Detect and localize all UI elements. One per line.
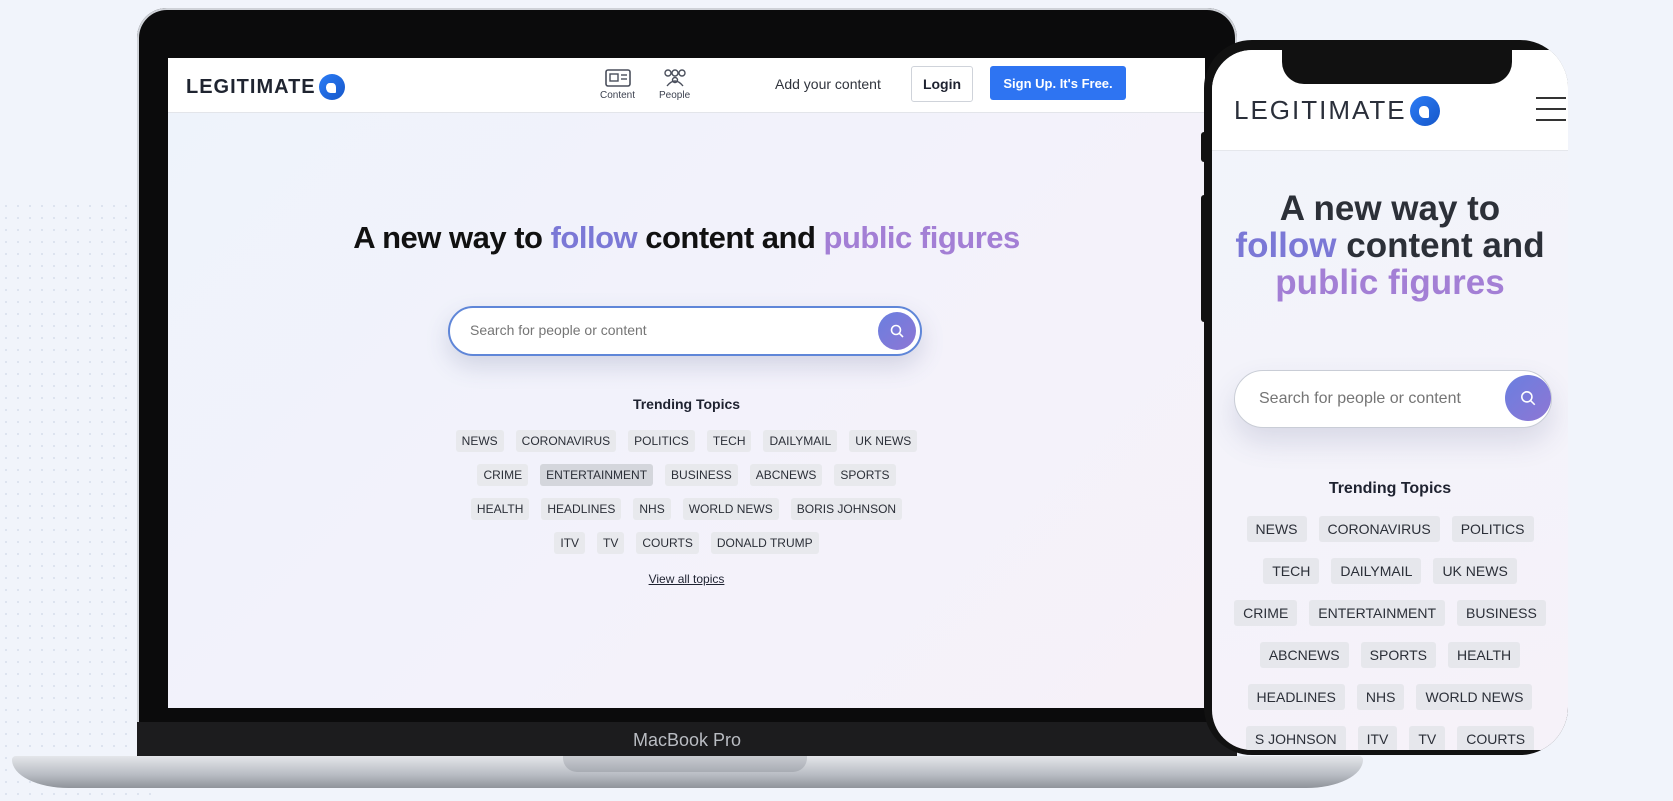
phone-trending-title: Trending Topics bbox=[1328, 480, 1452, 497]
tag-row: ABCNEWS SPORTS HEALTH bbox=[1254, 642, 1526, 668]
topic-tag[interactable]: BUSINESS bbox=[665, 464, 738, 486]
topic-tag[interactable]: UK NEWS bbox=[849, 430, 918, 452]
phone-hero-headline: A new way to follow content and public f… bbox=[1212, 190, 1568, 301]
brand-logo-text: LEGITIMATE bbox=[186, 75, 316, 98]
tag-row: ITV TV COURTS DONALD TRUMP bbox=[548, 532, 824, 554]
topic-tag[interactable]: DAILYMAIL bbox=[1331, 558, 1422, 584]
topic-tag[interactable]: SPORTS bbox=[1360, 642, 1436, 668]
logo-mark-icon bbox=[318, 74, 345, 100]
topic-tag[interactable]: NEWS bbox=[455, 430, 504, 452]
hero-text-1: A new way to bbox=[353, 220, 551, 255]
topic-tag[interactable]: CORONAVIRUS bbox=[515, 430, 617, 452]
topic-tag[interactable]: HEALTH bbox=[1447, 642, 1521, 668]
signup-button[interactable]: Sign Up. It's Free. bbox=[990, 66, 1126, 100]
tag-row: CRIME ENTERTAINMENT BUSINESS ABCNEWS SPORTS bbox=[471, 464, 901, 486]
trending-title: Trending Topics bbox=[632, 396, 741, 412]
topic-tag[interactable]: ENTERTAINMENT bbox=[1309, 600, 1446, 626]
hamburger-icon[interactable] bbox=[1536, 97, 1566, 123]
topic-tag[interactable]: DAILYMAIL bbox=[763, 430, 838, 452]
phone-brand-logo-text: LEGITIMATE bbox=[1234, 95, 1407, 125]
nav-people[interactable]: People bbox=[659, 68, 690, 101]
topic-tag[interactable]: CORONAVIRUS bbox=[1318, 516, 1440, 542]
nav-people-label: People bbox=[659, 90, 691, 101]
tag-row: NEWS CORONAVIRUS POLITICS TECH DAILYMAIL UK N… bbox=[450, 430, 924, 452]
search-icon bbox=[890, 324, 904, 338]
topic-tag[interactable]: CRIME bbox=[1234, 600, 1298, 626]
topic-tag[interactable]: NHS bbox=[1356, 684, 1405, 710]
nav-content[interactable]: Content bbox=[600, 68, 635, 101]
topic-tag[interactable]: COURTS bbox=[1457, 726, 1535, 750]
topic-tag[interactable]: ITV bbox=[554, 532, 586, 554]
topic-tag[interactable]: ABCNEWS bbox=[749, 464, 823, 486]
phone-screen: LEGITIMATE A new way to follow content a… bbox=[1212, 50, 1568, 750]
phone-trending-tags: NEWS CORONAVIRUS POLITICS TECH DAILYMAIL UK N… bbox=[1212, 516, 1568, 750]
topic-tag[interactable]: SPORTS bbox=[834, 464, 896, 486]
hero-highlight-figures: public figures bbox=[823, 220, 1021, 255]
search-input[interactable] bbox=[468, 321, 862, 339]
topic-tag[interactable]: HEALTH bbox=[470, 498, 530, 520]
topic-tag[interactable]: ITV bbox=[1357, 726, 1398, 750]
phone-brand-logo[interactable]: LEGITIMATE bbox=[1234, 95, 1440, 126]
topic-tag[interactable]: TV bbox=[1409, 726, 1446, 750]
trending-tags: NEWS CORONAVIRUS POLITICS TECH DAILYMAIL UK N… bbox=[168, 430, 1205, 566]
topic-tag[interactable]: TECH bbox=[1263, 558, 1320, 584]
laptop-screen: LEGITIMATE Content People Add your conte… bbox=[168, 58, 1205, 708]
view-all-topics-link[interactable]: View all topics bbox=[168, 572, 1205, 586]
topic-tag[interactable]: HEADLINES bbox=[541, 498, 622, 520]
topic-tag[interactable]: BUSINESS bbox=[1457, 600, 1546, 626]
hero-text-2: content and bbox=[637, 220, 824, 255]
tag-row: TECH DAILYMAIL UK NEWS bbox=[1257, 558, 1523, 584]
topic-tag[interactable]: POLITICS bbox=[1451, 516, 1534, 542]
people-icon bbox=[663, 69, 686, 87]
phone-search-button[interactable] bbox=[1505, 375, 1551, 421]
laptop-hinge-notch bbox=[563, 756, 807, 772]
hero-headline: A new way to follow content and public f… bbox=[168, 220, 1205, 256]
topic-tag[interactable]: WORLD NEWS bbox=[1416, 684, 1533, 710]
top-navbar: LEGITIMATE Content People Add your conte… bbox=[168, 58, 1205, 113]
topic-tag[interactable]: S JOHNSON bbox=[1245, 726, 1346, 750]
topic-tag[interactable]: UK NEWS bbox=[1433, 558, 1517, 584]
laptop-model-label: MacBook Pro bbox=[632, 730, 742, 750]
tag-row: HEALTH HEADLINES NHS WORLD NEWS BORIS JOHNSO… bbox=[465, 498, 908, 520]
phone-logo-mark-icon bbox=[1409, 95, 1440, 126]
topic-tag[interactable]: NHS bbox=[633, 498, 671, 520]
topic-tag[interactable]: NEWS bbox=[1246, 516, 1307, 542]
login-button[interactable]: Login bbox=[911, 66, 973, 102]
search-bar bbox=[448, 306, 922, 356]
phone-notch bbox=[1282, 50, 1512, 84]
topic-tag[interactable]: WORLD NEWS bbox=[682, 498, 779, 520]
phone-hero-highlight-figures: public figures bbox=[1275, 263, 1505, 302]
search-button[interactable] bbox=[878, 312, 916, 350]
topic-tag[interactable]: ENTERTAINMENT bbox=[540, 464, 654, 486]
phone-hero-text-2: content and bbox=[1336, 226, 1545, 265]
brand-logo[interactable]: LEGITIMATE bbox=[186, 74, 345, 100]
phone-hero-text-1: A new way to bbox=[1279, 189, 1501, 228]
phone-hero-highlight-follow: follow bbox=[1235, 226, 1337, 265]
topic-tag[interactable]: TECH bbox=[706, 430, 752, 452]
topic-tag[interactable]: DONALD TRUMP bbox=[710, 532, 819, 554]
tag-row: S JOHNSON ITV TV COURTS bbox=[1240, 726, 1540, 750]
hero-highlight-follow: follow bbox=[550, 220, 638, 255]
topic-tag[interactable]: CRIME bbox=[477, 464, 529, 486]
background-dots bbox=[0, 200, 160, 800]
topic-tag[interactable]: COURTS bbox=[636, 532, 699, 554]
topic-tag[interactable]: POLITICS bbox=[628, 430, 695, 452]
newspaper-icon bbox=[604, 69, 631, 87]
topic-tag[interactable]: TV bbox=[597, 532, 625, 554]
phone-search-input[interactable] bbox=[1257, 389, 1491, 409]
topic-tag[interactable]: BORIS JOHNSON bbox=[790, 498, 903, 520]
phone-frame: LEGITIMATE A new way to follow content a… bbox=[1204, 40, 1568, 755]
topic-tag[interactable]: HEADLINES bbox=[1247, 684, 1345, 710]
topic-tag[interactable]: ABCNEWS bbox=[1259, 642, 1349, 668]
tag-row: CRIME ENTERTAINMENT BUSINESS bbox=[1228, 600, 1552, 626]
nav-content-label: Content bbox=[600, 90, 636, 101]
tag-row: NEWS CORONAVIRUS POLITICS bbox=[1241, 516, 1540, 542]
tag-row: HEADLINES NHS WORLD NEWS bbox=[1242, 684, 1539, 710]
phone-search-bar bbox=[1234, 370, 1552, 428]
search-icon bbox=[1521, 391, 1536, 406]
add-content-link[interactable]: Add your content bbox=[775, 76, 881, 92]
